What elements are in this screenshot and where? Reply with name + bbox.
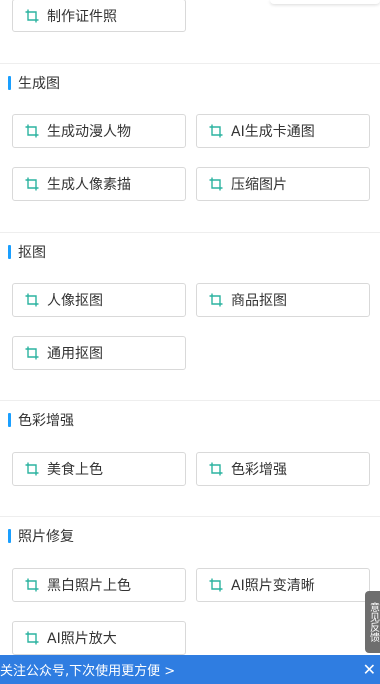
button-label: 色彩增强 xyxy=(231,462,287,478)
button-label: 生成人像素描 xyxy=(47,177,131,193)
button-label: 商品抠图 xyxy=(231,293,287,309)
section-title-color-enhance: 色彩增强 xyxy=(8,412,74,429)
button-label: AI照片变清晰 xyxy=(231,578,315,594)
product-cutout-button[interactable]: 商品抠图 xyxy=(196,283,370,317)
portrait-sketch-button[interactable]: 生成人像素描 xyxy=(12,167,186,201)
feedback-tab-label: 意见反馈 xyxy=(367,602,379,642)
bw-colorize-button[interactable]: 黑白照片上色 xyxy=(12,568,186,602)
make-id-photo-button[interactable]: 制作证件照 xyxy=(12,0,186,32)
feedback-tab[interactable]: 意见反馈 xyxy=(365,591,380,653)
button-label: 美食上色 xyxy=(47,462,103,478)
section-title-text: 色彩增强 xyxy=(18,413,74,429)
crop-icon xyxy=(25,124,39,138)
button-label: AI照片放大 xyxy=(47,631,117,647)
crop-icon xyxy=(25,462,39,476)
button-label: 人像抠图 xyxy=(47,293,103,309)
portrait-cutout-button[interactable]: 人像抠图 xyxy=(12,283,186,317)
crop-icon xyxy=(25,346,39,360)
general-cutout-button[interactable]: 通用抠图 xyxy=(12,336,186,370)
crop-icon xyxy=(209,177,223,191)
button-label: 制作证件照 xyxy=(47,8,117,25)
section-title-photo-repair: 照片修复 xyxy=(8,528,74,545)
button-label: 黑白照片上色 xyxy=(47,578,131,594)
crop-icon xyxy=(25,293,39,307)
section-divider xyxy=(0,232,380,233)
crop-icon xyxy=(209,293,223,307)
button-label: 生成动漫人物 xyxy=(47,124,131,140)
color-enhance-button[interactable]: 色彩增强 xyxy=(196,452,370,486)
follow-account-banner[interactable]: 关注公众号,下次使用更方便 > ✕ xyxy=(0,655,380,684)
ai-upscale-button[interactable]: AI照片放大 xyxy=(12,621,186,655)
close-icon[interactable]: ✕ xyxy=(363,661,376,678)
ai-cartoon-button[interactable]: AI生成卡通图 xyxy=(196,114,370,148)
top-bubble-edge xyxy=(270,0,380,4)
button-label: 压缩图片 xyxy=(231,177,287,193)
crop-icon xyxy=(25,9,39,23)
section-title-text: 生成图 xyxy=(18,76,60,92)
section-title-text: 抠图 xyxy=(18,245,46,261)
section-accent-bar xyxy=(8,413,11,427)
crop-icon xyxy=(209,462,223,476)
section-accent-bar xyxy=(8,76,11,90)
section-divider xyxy=(0,63,380,64)
crop-icon xyxy=(25,578,39,592)
food-colorize-button[interactable]: 美食上色 xyxy=(12,452,186,486)
section-title-generate: 生成图 xyxy=(8,75,60,92)
section-accent-bar xyxy=(8,529,11,543)
button-label: AI生成卡通图 xyxy=(231,124,315,140)
section-title-text: 照片修复 xyxy=(18,529,74,545)
ai-sharpen-button[interactable]: AI照片变清晰 xyxy=(196,568,370,602)
crop-icon xyxy=(209,124,223,138)
section-divider xyxy=(0,516,380,517)
section-accent-bar xyxy=(8,245,11,259)
section-title-cutout: 抠图 xyxy=(8,244,46,261)
follow-banner-text: 关注公众号,下次使用更方便 > xyxy=(0,664,176,679)
crop-icon xyxy=(25,631,39,645)
section-divider xyxy=(0,400,380,401)
compress-image-button[interactable]: 压缩图片 xyxy=(196,167,370,201)
button-label: 通用抠图 xyxy=(47,346,103,362)
generate-anime-button[interactable]: 生成动漫人物 xyxy=(12,114,186,148)
crop-icon xyxy=(209,578,223,592)
crop-icon xyxy=(25,177,39,191)
